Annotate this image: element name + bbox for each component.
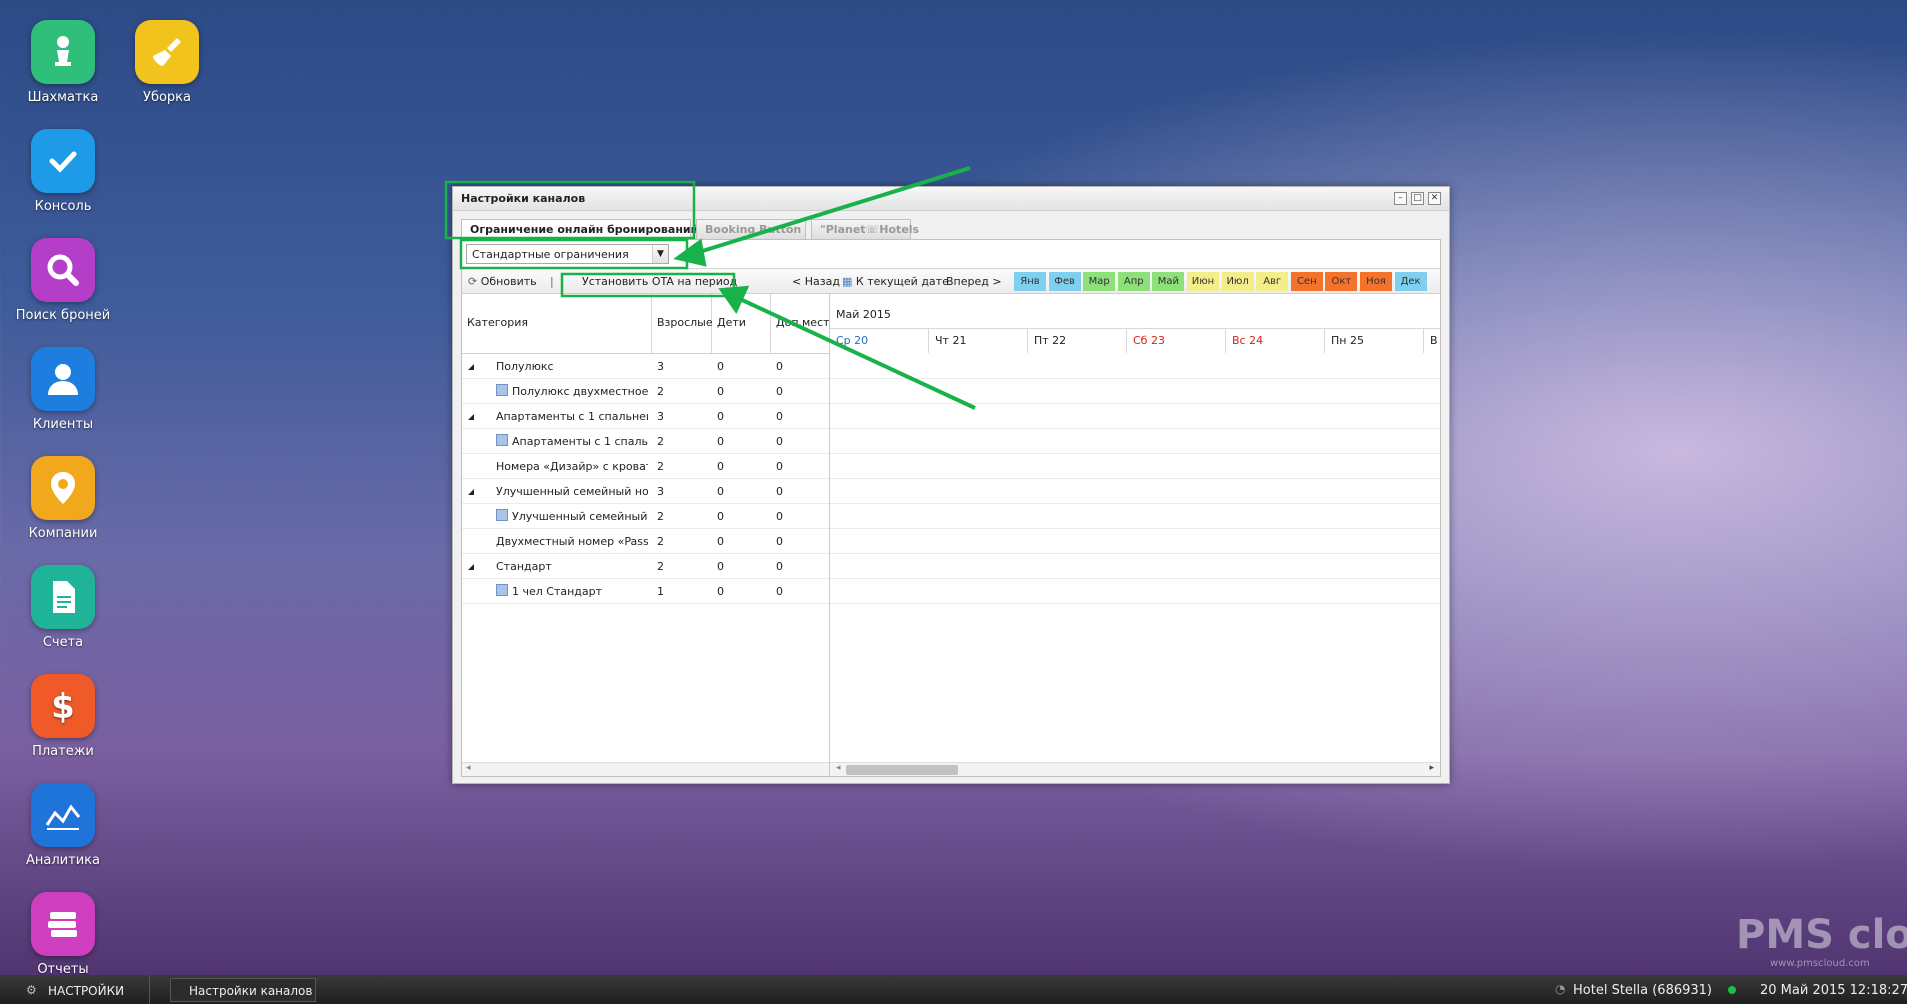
taskbar-window-button[interactable]: Настройки каналов (170, 978, 316, 1002)
highlight-box-ota (560, 272, 736, 298)
highlight-box-tab (444, 180, 696, 240)
start-button[interactable]: ⚙ НАСТРОЙКИ (0, 975, 150, 1004)
annotation-overlay (444, 166, 976, 410)
status-indicator (1728, 986, 1736, 994)
clock: 20 Май 2015 12:18:27 (1760, 983, 1907, 998)
annotation-arrow (739, 297, 976, 410)
taskbar: ⚙ НАСТРОЙКИ Настройки каналов ◔ Hotel St… (0, 975, 1907, 1004)
highlight-box-select (459, 238, 689, 270)
start-label: НАСТРОЙКИ (48, 984, 125, 998)
hotel-name[interactable]: Hotel Stella (686931) (1573, 983, 1712, 998)
annotation-arrow (695, 166, 971, 255)
arrow-head (718, 285, 750, 315)
arrow-head (673, 238, 707, 267)
hotel-icon: ◔ (1555, 982, 1566, 996)
gear-icon: ⚙ (26, 983, 37, 997)
